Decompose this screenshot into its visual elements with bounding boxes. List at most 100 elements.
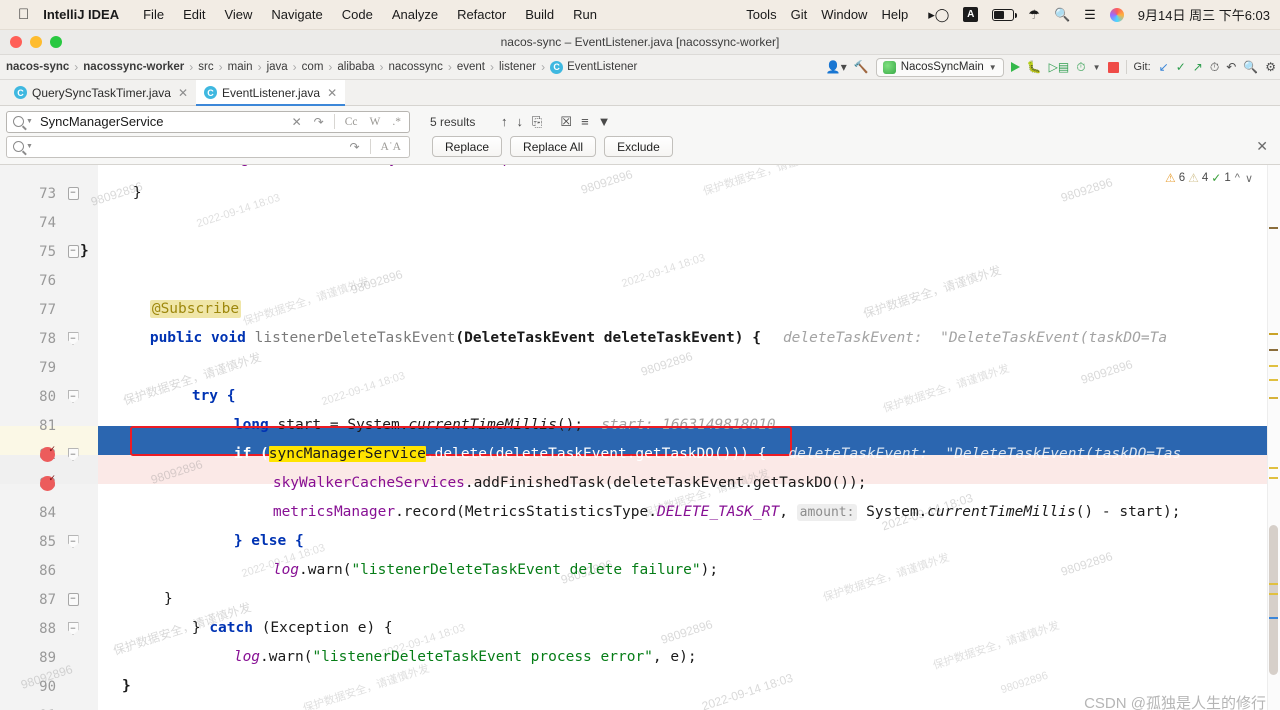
user-avatar-icon[interactable]: 👤▾: [826, 60, 847, 74]
control-center-icon[interactable]: ☰: [1084, 7, 1096, 23]
scrollbar-marker[interactable]: [1269, 379, 1278, 381]
in-selection-icon[interactable]: ☒: [560, 114, 572, 130]
tab-query-sync-task-timer[interactable]: C QuerySyncTaskTimer.java ✕: [6, 80, 196, 105]
menu-window[interactable]: Window: [821, 7, 867, 22]
breadcrumb-item-listener[interactable]: listener: [495, 61, 540, 73]
menu-code[interactable]: Code: [342, 7, 373, 22]
breadcrumb-item-nacos-sync[interactable]: nacos-sync: [2, 61, 73, 73]
breadcrumb-item-java[interactable]: java: [263, 61, 292, 73]
breadcrumb-item-nacossync[interactable]: nacossync: [385, 61, 447, 73]
minimize-window-button[interactable]: [30, 36, 42, 48]
git-commit-icon[interactable]: ✓: [1176, 60, 1186, 74]
chevron-down-icon[interactable]: ▼: [26, 118, 33, 125]
spotlight-search-icon[interactable]: 🔍: [1054, 7, 1070, 23]
editor-scrollbar-track[interactable]: [1267, 165, 1280, 710]
scrollbar-marker[interactable]: [1269, 593, 1278, 595]
scrollbar-marker[interactable]: [1269, 397, 1278, 399]
close-tab-icon[interactable]: ✕: [327, 86, 337, 100]
profile-icon[interactable]: ⏱: [1076, 60, 1085, 75]
menubar-clock[interactable]: 9月14日 周三 下午6:03: [1138, 5, 1270, 24]
scrollbar-marker[interactable]: [1269, 617, 1278, 619]
hammer-build-icon[interactable]: 🔨: [854, 60, 869, 74]
scrollbar-marker[interactable]: [1269, 583, 1278, 585]
menu-analyze[interactable]: Analyze: [392, 7, 438, 22]
fold-marker[interactable]: −: [66, 332, 80, 346]
chevron-down-icon[interactable]: ▼: [26, 143, 33, 150]
maximize-window-button[interactable]: [50, 36, 62, 48]
menu-navigate[interactable]: Navigate: [271, 7, 322, 22]
siri-icon[interactable]: [1109, 7, 1124, 22]
fold-marker[interactable]: −: [66, 245, 80, 259]
search-everywhere-icon[interactable]: 🔍: [1243, 60, 1258, 74]
breadcrumb-item-main[interactable]: main: [224, 61, 257, 73]
menu-edit[interactable]: Edit: [183, 7, 205, 22]
run-icon[interactable]: [1010, 62, 1020, 72]
clear-search-icon[interactable]: ✕: [288, 115, 306, 129]
prev-problem-icon[interactable]: ^: [1234, 172, 1241, 184]
replace-button[interactable]: Replace: [432, 136, 503, 157]
prev-match-icon[interactable]: ↑: [501, 114, 508, 129]
search-input[interactable]: ▼ SyncManagerService ✕ ↷ Cc W .*: [6, 110, 410, 133]
inspection-widget[interactable]: ⚠ 6 ⚠ 4 ✓ 1 ^ ∨: [1165, 171, 1254, 185]
scrollbar-marker[interactable]: [1269, 467, 1278, 469]
regex-toggle[interactable]: .*: [388, 116, 405, 128]
scrollbar-thumb[interactable]: [1269, 525, 1278, 675]
select-all-occurrences-icon[interactable]: ⎘: [532, 114, 542, 130]
run-coverage-icon[interactable]: ▷▤: [1049, 60, 1070, 74]
scrollbar-marker[interactable]: [1269, 349, 1278, 351]
breadcrumb-item-src[interactable]: src: [194, 61, 217, 73]
close-tab-icon[interactable]: ✕: [178, 86, 188, 100]
menu-run[interactable]: Run: [573, 7, 597, 22]
replace-input[interactable]: ▼ ↷ A˙A: [6, 135, 410, 158]
git-push-icon[interactable]: ↗: [1193, 60, 1203, 74]
screen-record-icon[interactable]: ▸◯: [928, 7, 949, 23]
battery-charging-icon[interactable]: [992, 8, 1018, 21]
menu-git[interactable]: Git: [791, 7, 808, 22]
history-icon[interactable]: ⏱: [1210, 60, 1219, 75]
next-problem-icon[interactable]: ∨: [1244, 172, 1254, 185]
menu-tools[interactable]: Tools: [746, 7, 776, 22]
breakpoint-icon-line-82[interactable]: [40, 445, 56, 462]
words-toggle[interactable]: W: [366, 116, 385, 128]
scrollbar-marker[interactable]: [1269, 477, 1278, 479]
wifi-icon[interactable]: ☂: [1028, 7, 1040, 23]
apple-logo-icon[interactable]: : [18, 7, 29, 22]
menu-help[interactable]: Help: [881, 7, 908, 22]
stop-icon[interactable]: [1107, 61, 1119, 73]
debug-icon[interactable]: 🐛: [1027, 60, 1042, 74]
breadcrumb-item-class[interactable]: C EventListener: [546, 60, 641, 74]
close-find-panel-icon[interactable]: ✕: [1256, 138, 1274, 155]
scrollbar-marker[interactable]: [1269, 333, 1278, 335]
fold-marker[interactable]: −: [66, 187, 80, 201]
menu-file[interactable]: File: [143, 7, 164, 22]
fold-marker[interactable]: −: [66, 622, 80, 636]
fold-marker[interactable]: −: [66, 448, 80, 462]
match-case-toggle[interactable]: Cc: [341, 116, 362, 128]
breadcrumb-item-event[interactable]: event: [453, 61, 489, 73]
menu-app-name[interactable]: IntelliJ IDEA: [43, 7, 119, 22]
breadcrumb-item-com[interactable]: com: [298, 61, 328, 73]
menu-refactor[interactable]: Refactor: [457, 7, 506, 22]
replace-history-icon[interactable]: ↷: [345, 140, 363, 154]
menu-view[interactable]: View: [224, 7, 252, 22]
fold-marker[interactable]: −: [66, 535, 80, 549]
input-source-icon[interactable]: A: [963, 7, 979, 22]
breakpoint-icon-line-83[interactable]: [40, 474, 56, 491]
replace-all-button[interactable]: Replace All: [510, 136, 597, 157]
breadcrumb-item-nacossync-worker[interactable]: nacossync-worker: [79, 61, 188, 73]
settings-gear-icon[interactable]: ⚙: [1265, 60, 1276, 74]
scrollbar-marker[interactable]: [1269, 227, 1278, 229]
fold-marker[interactable]: −: [66, 593, 80, 607]
next-match-icon[interactable]: ↓: [517, 114, 524, 129]
preserve-case-toggle[interactable]: A˙A: [377, 141, 405, 153]
preserve-case-icon[interactable]: ≡: [581, 114, 589, 129]
breadcrumb-item-alibaba[interactable]: alibaba: [333, 61, 378, 73]
revert-icon[interactable]: ↶: [1226, 60, 1236, 74]
code-editor[interactable]: 98092896 2022-09-14 18:03 98092896 保护数据安…: [0, 165, 1280, 710]
git-update-icon[interactable]: ↙: [1159, 60, 1169, 74]
exclude-button[interactable]: Exclude: [604, 136, 673, 157]
scrollbar-marker[interactable]: [1269, 365, 1278, 367]
search-history-icon[interactable]: ↷: [310, 115, 328, 129]
menu-build[interactable]: Build: [525, 7, 554, 22]
chevron-down-icon[interactable]: ▼: [1093, 63, 1101, 72]
